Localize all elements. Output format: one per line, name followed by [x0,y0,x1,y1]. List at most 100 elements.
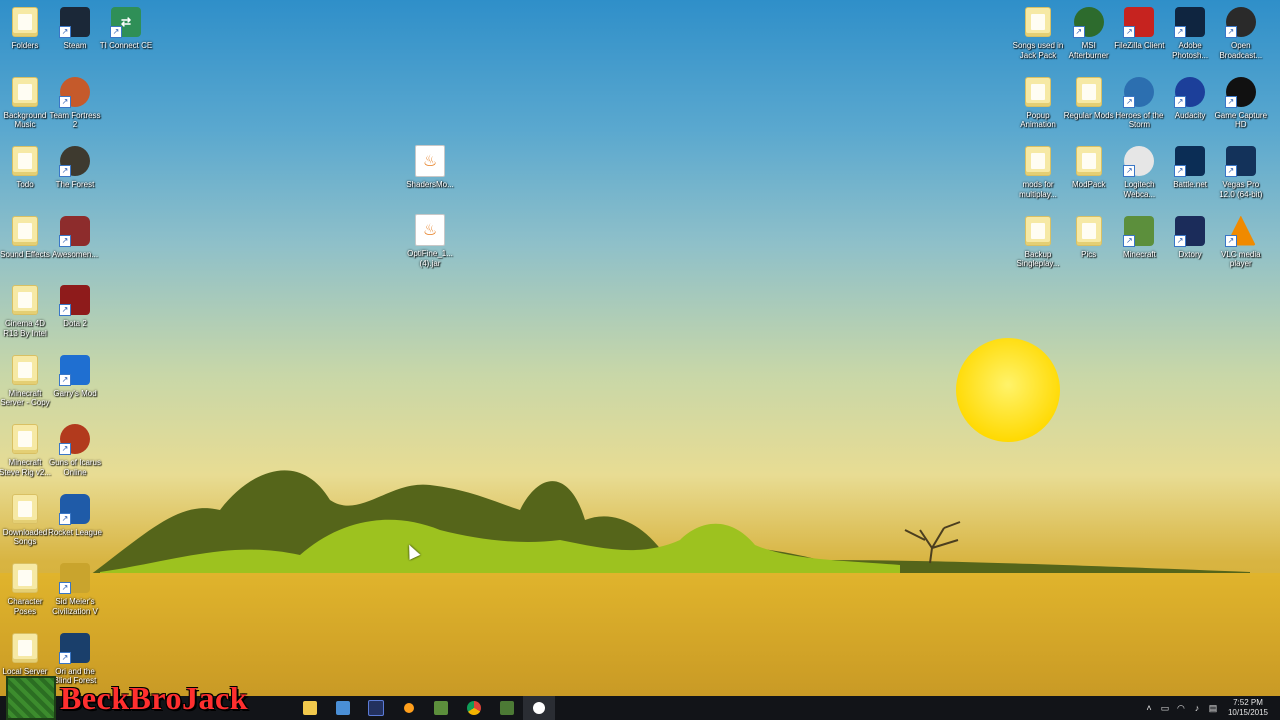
desktop-icon[interactable]: Pics [1062,213,1116,281]
gmod-icon: ↗ [59,354,91,386]
folder-icon [9,423,41,455]
taskbar-minecraft-2[interactable] [491,696,523,720]
obs-icon [533,702,545,714]
desktop-icon[interactable]: ↗ MSI Afterburner [1062,4,1116,72]
app-icon-3 [368,700,384,716]
volume-icon[interactable]: ♪ [1190,703,1204,713]
desktop-icon-label: Minecraft [1122,249,1156,259]
desktop-icon[interactable]: ↗ Guns of Icarus Online [48,421,102,489]
desktop-icon-label: Songs used in Jack Pack [1012,41,1064,60]
desktop-icon[interactable]: ↗ Vegas Pro 12.0 (64-bit) [1214,143,1268,211]
network-icon[interactable]: ▭ [1158,703,1172,714]
desktop-icon-label: Cinema 4D R13 By Intel [3,319,47,338]
desktop-icon[interactable]: Minecraft Steve Rig v2... [0,421,52,489]
desktop-icon[interactable]: Cinema 4D R13 By Intel [0,282,52,350]
desktop-icon[interactable]: ↗ Minecraft [1112,213,1166,281]
desktop-icon[interactable]: Backup Singleplay... [1011,213,1065,281]
desktop-icon[interactable]: ↗ Rocket League [48,491,102,559]
desktop-icon[interactable]: ↗ FileZilla Client [1112,4,1166,72]
taskbar-app-3[interactable] [360,696,392,720]
desktop-icon-shadersmod[interactable]: ♨ ShadersMo... [403,143,457,211]
sun [956,338,1060,442]
taskbar-minecraft[interactable] [425,696,457,720]
minecraft-icon: ↗ [1123,215,1155,247]
folder-icon [1022,76,1054,108]
desktop-icon[interactable]: ↗ Heroes of the Storm [1112,74,1166,142]
desktop-icon[interactable]: Regular Mods [1062,74,1116,142]
desktop-icon-label: Regular Mods [1063,110,1114,120]
desktop-icon[interactable]: ↗ Audacity [1163,74,1217,142]
desktop-icon[interactable]: Songs used in Jack Pack [1011,4,1065,72]
taskbar-app-4[interactable] [393,696,425,720]
desktop-icon-label: Folders [11,41,39,50]
taskbar-chrome[interactable] [458,696,490,720]
desktop-icon[interactable]: ↗ Game Capture HD [1214,74,1268,142]
desktop-icon[interactable]: ↗ Logitech Webca... [1112,143,1166,211]
chevron-up-icon[interactable]: ˄ [1142,703,1156,713]
desktop-icon[interactable]: ↗ Adobe Photosh... [1163,4,1217,72]
rocket-league-icon: ↗ [59,493,91,525]
desktop-icon[interactable]: ↗ Team Fortress 2 [48,74,102,142]
desktop-icon[interactable]: ↗ Dota 2 [48,282,102,350]
desktop-icon-label: MSI Afterburner [1068,41,1109,60]
file-explorer-icon [303,701,317,715]
gears-icon: ↗ [59,423,91,455]
desktop-icon-label: Steam [63,41,87,50]
desktop-icon[interactable]: mods for multiplay... [1011,143,1065,211]
desktop-icon[interactable]: ModPack [1062,143,1116,211]
desktop-icon[interactable]: Todo [0,143,52,211]
taskbar-obs[interactable] [523,696,555,720]
wifi-icon[interactable]: ◠ [1174,703,1188,714]
desktop-icon[interactable]: ↗ The Forest [48,143,102,211]
afterburner-icon: ↗ [1072,6,1105,38]
folder-icon [9,562,41,594]
folder-icon [9,145,41,177]
desktop-icon-label: VLC media player [1221,249,1261,269]
desktop: Folders Background Music Todo Sound Effects… [0,0,1280,696]
taskbar-file-explorer[interactable] [294,696,326,720]
ori-icon: ↗ [59,632,91,664]
desktop-icon-label: ModPack [1072,180,1106,189]
desktop-icon-label: Open Broadcast... [1219,41,1263,60]
desktop-icon[interactable]: Popup Animation [1011,74,1065,142]
folder-icon [9,215,41,247]
desktop-icon[interactable]: ↗ Sid Meier's Civilization V [48,560,102,628]
desktop-icon[interactable]: Background Music [0,74,52,142]
desktop-icon[interactable]: Folders [0,4,52,72]
desktop-icon[interactable]: Character Poses [0,560,52,628]
desktop-icon-label: Minecraft Steve Rig v2... [0,458,52,477]
desktop-icon[interactable]: Sound Effects [0,213,52,281]
desktop-icon[interactable]: Downloaded Songs [0,491,52,559]
desktop-icon[interactable]: ↗ Dxtory [1163,213,1217,281]
desktop-icon[interactable]: ↗ Battle.net [1163,143,1217,211]
desktop-icon-label: Character Poses [7,597,43,616]
channel-watermark: BeckBroJack [6,676,248,720]
notification-icon[interactable]: ▤ [1206,703,1220,714]
desktop-icon[interactable]: ↗ Open Broadcast... [1214,4,1268,72]
java-file-icon: ♨ [414,214,446,246]
desktop-icon[interactable]: ↗ VLC media player [1214,213,1268,281]
desktop-icon[interactable]: ↗ Steam [48,4,102,72]
taskbar-app-2[interactable] [327,696,359,720]
tree [904,521,961,564]
folder-icon [9,284,41,316]
desktop-icon[interactable]: ↗ Garry's Mod [48,352,102,420]
desktop-icon-label: Game Capture HD [1214,110,1268,130]
clock[interactable]: 7:52 PM 10/15/2015 [1228,698,1268,718]
vegas-icon: ↗ [1224,145,1257,177]
steam-icon: ↗ [59,6,91,38]
minecraft-icon [434,701,448,715]
desktop-icon[interactable]: ↗ Awesomen... [48,213,102,281]
desktop-icon-ti-connect[interactable]: ⇄ ↗ TI Connect CE [99,4,153,72]
hots-icon: ↗ [1123,76,1155,108]
dota2-icon: ↗ [59,284,91,316]
desktop-icon-label: Sound Effects [0,249,50,259]
desktop-icon-label: FileZilla Client [1114,41,1165,50]
desktop-icon-label: Todo [16,180,34,189]
desktop-icon[interactable]: Minecraft Server - Copy [0,352,52,420]
game-capture-icon: ↗ [1224,76,1257,108]
desktop-icon-label: TI Connect CE [99,41,153,50]
minecraft-block-logo [6,676,56,720]
desktop-icon-optifine[interactable]: ♨ OptiFine_1... (4).jar [403,212,457,280]
folder-icon [9,76,41,108]
